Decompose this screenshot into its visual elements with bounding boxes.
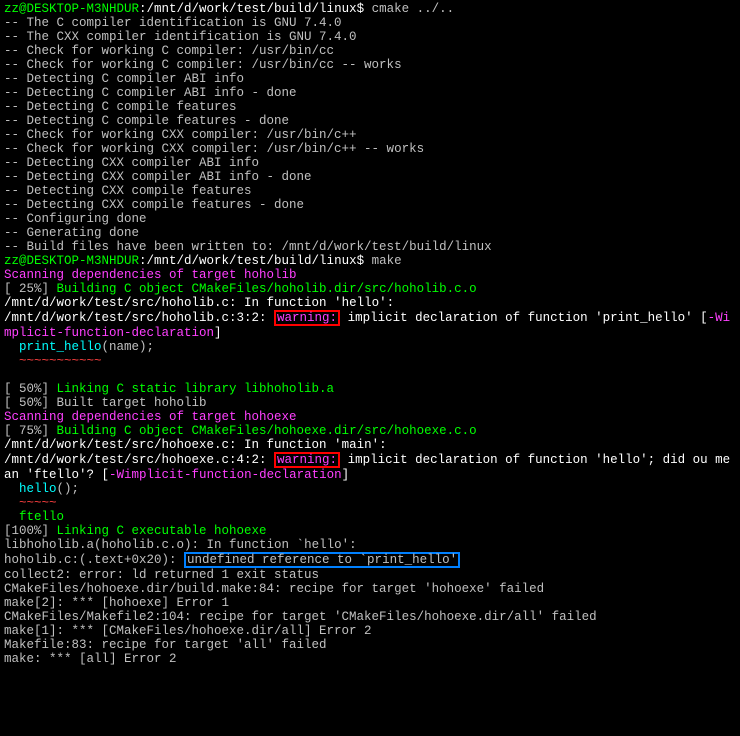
cmake-line: -- Detecting C compiler ABI info (4, 72, 244, 86)
code-underline: ~~~~~~~~~~~ (4, 354, 102, 368)
make-error: Makefile:83: recipe for target 'all' fai… (4, 638, 327, 652)
code-call: hello (19, 482, 57, 496)
cmake-line: -- The CXX compiler identification is GN… (4, 30, 357, 44)
linker-err-post: ': (342, 538, 357, 552)
cmake-line: -- Check for working CXX compiler: /usr/… (4, 128, 357, 142)
flag-bracket: ] (214, 326, 222, 340)
diag-message: implicit declaration of function ' (340, 311, 603, 325)
command: cmake ../.. (372, 2, 455, 16)
diag-function: main (342, 438, 372, 452)
linker-err-loc: libhoholib.a(hoholib.c.o): In function ` (4, 538, 304, 552)
cmake-line: -- Build files have been written to: /mn… (4, 240, 492, 254)
warning-highlight-box: warning: (274, 310, 340, 326)
prompt-path: :/mnt/d/work/test/build/linux$ (139, 254, 372, 268)
cmake-line: -- Check for working C compiler: /usr/bi… (4, 58, 402, 72)
prompt-user: zz@DESKTOP-M3NHDUR (4, 254, 139, 268)
diag-suggest: ftello (34, 468, 79, 482)
cmake-line: -- Detecting C compile features - done (4, 114, 289, 128)
built-target: [ 50%] Built target hoholib (4, 396, 207, 410)
collect2-error: collect2: error: ld returned 1 exit stat… (4, 568, 319, 582)
progress-percent: [100%] (4, 524, 57, 538)
cmake-line: -- Detecting CXX compiler ABI info (4, 156, 259, 170)
code-underline: ~~~~~ (4, 496, 57, 510)
link-line: Linking C static library libhoholib.a (57, 382, 335, 396)
code-call: print_hello (19, 340, 102, 354)
code-args: (); (57, 482, 80, 496)
link-line: Linking C executable hohoexe (57, 524, 267, 538)
diag-message: implicit declaration of function ' (340, 453, 603, 467)
make-error: make[1]: *** [CMakeFiles/hohoexe.dir/all… (4, 624, 372, 638)
cmake-line: -- Check for working CXX compiler: /usr/… (4, 142, 424, 156)
cmake-line: -- Detecting C compiler ABI info - done (4, 86, 297, 100)
diag-location: /mnt/d/work/test/src/hoholib.c: In funct… (4, 296, 342, 310)
diag-message-end: '? [ (79, 468, 109, 482)
cmake-line: -- Generating done (4, 226, 139, 240)
flag-bracket: ] (342, 468, 350, 482)
diag-location: /mnt/d/work/test/src/hoholib.c:3:2: (4, 311, 274, 325)
diag-symbol: hello (603, 453, 641, 467)
diag-location: /mnt/d/work/test/src/hohoexe.c:4:2: (4, 453, 274, 467)
warning-flag: -Wimplicit-function-declaration (109, 468, 342, 482)
make-error: make: *** [all] Error 2 (4, 652, 177, 666)
diag-function: hello (342, 296, 380, 310)
make-error: CMakeFiles/hohoexe.dir/build.make:84: re… (4, 582, 544, 596)
warning-highlight-box: warning: (274, 452, 340, 468)
linker-err-msg: undefined reference to `print_hello' (187, 553, 457, 567)
cmake-line: -- Detecting CXX compiler ABI info - don… (4, 170, 312, 184)
code-indent (4, 482, 19, 496)
progress-percent: [ 50%] (4, 382, 57, 396)
error-highlight-box: undefined reference to `print_hello' (184, 552, 460, 568)
progress-percent: [ 75%] (4, 424, 57, 438)
make-error: CMakeFiles/Makefile2:104: recipe for tar… (4, 610, 597, 624)
build-line: Building C object CMakeFiles/hohoexe.dir… (57, 424, 477, 438)
diag-location: /mnt/d/work/test/src/hohoexe.c: In funct… (4, 438, 342, 452)
linker-err-loc: hoholib.c:(.text+0x20): (4, 553, 184, 567)
cmake-line: -- The C compiler identification is GNU … (4, 16, 342, 30)
cmake-line: -- Detecting CXX compile features - done (4, 198, 304, 212)
cmake-line: -- Check for working C compiler: /usr/bi… (4, 44, 334, 58)
warning-tag: warning: (277, 453, 337, 467)
diag-location-end: ': (372, 438, 387, 452)
diag-location-end: ': (379, 296, 394, 310)
cmake-line: -- Detecting C compile features (4, 100, 237, 114)
warning-tag: warning: (277, 311, 337, 325)
diag-symbol: print_hello (603, 311, 686, 325)
linker-err-fn: hello (304, 538, 342, 552)
prompt-user: zz@DESKTOP-M3NHDUR (4, 2, 139, 16)
terminal-output[interactable]: zz@DESKTOP-M3NHDUR:/mnt/d/work/test/buil… (0, 0, 740, 668)
prompt-path: :/mnt/d/work/test/build/linux$ (139, 2, 372, 16)
code-indent (4, 340, 19, 354)
command: make (372, 254, 402, 268)
code-suggest: ftello (4, 510, 64, 524)
progress-percent: [ 25%] (4, 282, 57, 296)
scanning-line: Scanning dependencies of target hohoexe (4, 410, 297, 424)
build-line: Building C object CMakeFiles/hoholib.dir… (57, 282, 477, 296)
flag-bracket: [ (700, 311, 708, 325)
code-args: (name); (102, 340, 155, 354)
cmake-line: -- Configuring done (4, 212, 147, 226)
scanning-line: Scanning dependencies of target hoholib (4, 268, 297, 282)
make-error: make[2]: *** [hohoexe] Error 1 (4, 596, 229, 610)
cmake-line: -- Detecting CXX compile features (4, 184, 252, 198)
diag-message-end: ' (685, 311, 700, 325)
